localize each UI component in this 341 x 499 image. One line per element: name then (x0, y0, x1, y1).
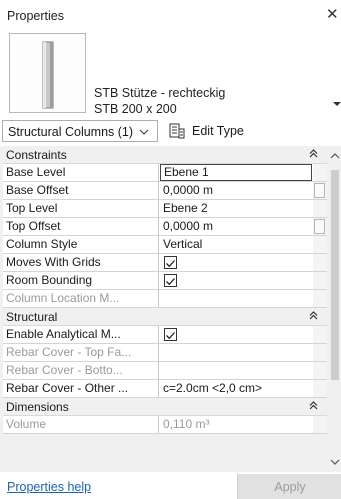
property-value[interactable]: 0,0000 m (160, 182, 313, 199)
row-side-gutter (313, 218, 327, 235)
property-value (160, 290, 313, 307)
checkbox[interactable] (164, 274, 177, 287)
edit-type-label: Edit Type (192, 124, 244, 138)
property-value (160, 362, 313, 379)
group-label: Dimensions (6, 400, 69, 414)
property-row: Rebar Cover - Botto... (3, 362, 327, 380)
close-icon[interactable]: ✕ (326, 7, 339, 22)
property-value[interactable]: Vertical (160, 236, 313, 253)
instance-selector-dropdown[interactable]: Structural Columns (1) (2, 120, 158, 142)
property-row: Room Bounding (3, 272, 327, 290)
property-name: Rebar Cover - Other ... (3, 380, 159, 397)
scroll-down-icon[interactable] (330, 456, 340, 466)
property-name: Volume (3, 416, 159, 433)
property-value (160, 344, 313, 361)
properties-footer: Properties help Apply (0, 472, 341, 499)
collapse-icon[interactable] (306, 398, 320, 416)
collapse-icon[interactable] (306, 146, 320, 164)
property-row: Column Location M... (3, 290, 327, 308)
type-name: STB Stütze - rechteckig (94, 86, 226, 100)
collapse-icon[interactable] (306, 308, 320, 326)
edit-type-icon (169, 123, 185, 139)
property-value[interactable] (160, 272, 313, 289)
property-row: Rebar Cover - Top Fa... (3, 344, 327, 362)
instance-selector-row: Structural Columns (1) Edit Type (0, 118, 341, 144)
row-side-gutter (313, 416, 327, 433)
row-side-gutter (313, 380, 327, 397)
property-row: Base Level Ebene 1 (3, 164, 327, 182)
column-preview-icon (9, 33, 86, 113)
scroll-up-icon[interactable] (330, 150, 340, 160)
property-value[interactable]: c=2.0cm <2,0 cm> (160, 380, 313, 397)
property-name: Base Offset (3, 182, 159, 199)
value-scroll-handle[interactable] (314, 183, 325, 198)
property-value: 0,110 m³ (163, 417, 210, 431)
chevron-down-icon[interactable] (333, 97, 341, 106)
checkbox[interactable] (164, 256, 177, 269)
properties-help-link[interactable]: Properties help (7, 480, 91, 494)
property-name: Rebar Cover - Top Fa... (3, 344, 159, 361)
type-size: STB 200 x 200 (94, 102, 177, 116)
property-name: Enable Analytical M... (3, 326, 159, 343)
scrollbar-thumb[interactable] (331, 170, 339, 380)
apply-label: Apply (274, 480, 306, 494)
group-label: Structural (6, 310, 58, 324)
property-name: Moves With Grids (3, 254, 159, 271)
row-side-gutter (313, 254, 327, 271)
row-side-gutter (313, 326, 327, 343)
row-side-gutter (313, 200, 327, 217)
row-side-gutter (313, 362, 327, 379)
row-side-gutter (313, 236, 327, 253)
property-row: Volume 0,110 m³ (3, 416, 327, 434)
property-value[interactable]: Ebene 2 (160, 200, 313, 217)
checkmark-icon (165, 276, 176, 289)
property-grid: Constraints Base Level Ebene 1 Base Offset 0… (0, 146, 341, 472)
group-header-structural[interactable]: Structural (3, 308, 327, 326)
property-row: Moves With Grids (3, 254, 327, 272)
property-row: Top Level Ebene 2 (3, 200, 327, 218)
property-name: Column Style (3, 236, 159, 253)
row-side-gutter (313, 344, 327, 361)
instance-selector-label: Structural Columns (1) (8, 125, 134, 139)
property-name: Column Location M... (3, 290, 159, 307)
property-rows: Constraints Base Level Ebene 1 Base Offset 0… (3, 146, 327, 434)
properties-titlebar: Properties ✕ (0, 0, 341, 30)
property-row: Rebar Cover - Other ... c=2.0cm <2,0 cm> (3, 380, 327, 398)
apply-button[interactable]: Apply (237, 474, 341, 499)
row-side-gutter (313, 182, 327, 199)
group-label: Constraints (6, 148, 67, 162)
property-value[interactable]: Ebene 1 (160, 164, 312, 181)
row-side-gutter (313, 164, 327, 181)
property-row: Top Offset 0,0000 m (3, 218, 327, 236)
property-name: Rebar Cover - Botto... (3, 362, 159, 379)
chevron-down-icon (138, 126, 150, 138)
row-side-gutter (313, 272, 327, 289)
group-header-constraints[interactable]: Constraints (3, 146, 327, 164)
row-side-gutter (313, 290, 327, 307)
property-name: Room Bounding (3, 272, 159, 289)
edit-type-button[interactable]: Edit Type (166, 120, 341, 142)
property-value[interactable] (160, 326, 313, 343)
property-row: Enable Analytical M... (3, 326, 327, 344)
checkmark-icon (165, 330, 176, 343)
property-row: Column Style Vertical (3, 236, 327, 254)
group-header-dimensions[interactable]: Dimensions (3, 398, 327, 416)
property-value[interactable]: 0,0000 m (160, 218, 313, 235)
panel-title: Properties (7, 9, 64, 23)
type-selector[interactable]: STB Stütze - rechteckig STB 200 x 200 (0, 30, 341, 116)
property-value[interactable] (160, 254, 313, 271)
property-name: Base Level (3, 164, 159, 181)
checkbox[interactable] (164, 328, 177, 341)
property-name: Top Level (3, 200, 159, 217)
value-scroll-handle[interactable] (314, 219, 325, 234)
property-row: Base Offset 0,0000 m (3, 182, 327, 200)
property-name: Top Offset (3, 218, 159, 235)
checkmark-icon (165, 258, 176, 271)
